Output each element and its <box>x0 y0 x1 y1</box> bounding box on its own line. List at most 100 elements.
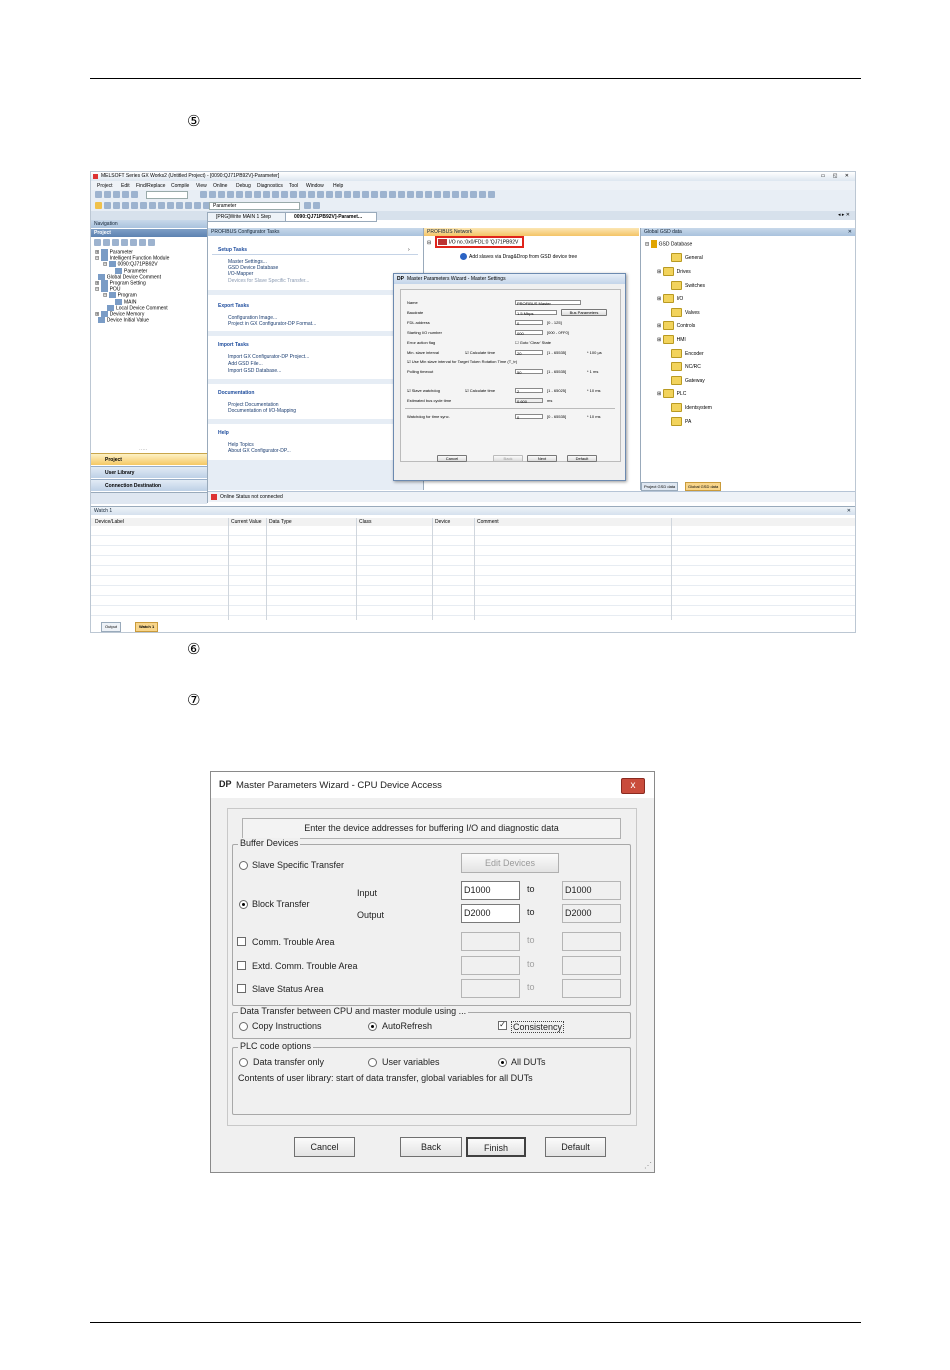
col-device-label[interactable]: Device/Label <box>95 519 124 525</box>
user-variables-label[interactable]: User variables <box>382 1057 440 1067</box>
consistency-label[interactable]: Consistency <box>511 1021 565 1033</box>
edit-devices-button[interactable]: Edit Devices <box>461 853 559 873</box>
data-transfer-only-radio[interactable] <box>239 1058 248 1067</box>
menu-edit[interactable]: Edit <box>121 183 130 189</box>
close-icon[interactable]: x <box>621 778 645 794</box>
toolbar-ladder-icons[interactable] <box>199 190 496 199</box>
toolbar-icons[interactable] <box>94 190 188 199</box>
wiz-polling-field[interactable]: 50 <box>515 369 543 375</box>
gsd-item-switches[interactable]: Switches <box>671 281 705 290</box>
all-duts-radio[interactable] <box>498 1058 507 1067</box>
parameter-combo[interactable]: Parameter <box>209 202 300 210</box>
wiz-watchdog-calc-check[interactable]: ☑ Calculate time <box>465 388 495 393</box>
gsd-root[interactable]: ⊟ GSD Database <box>645 240 692 248</box>
data-transfer-only-label[interactable]: Data transfer only <box>253 1057 324 1067</box>
menu-debug[interactable]: Debug <box>236 183 251 189</box>
gsd-item-hmi[interactable]: ⊞ HMI <box>657 335 686 344</box>
col-device[interactable]: Device <box>435 519 450 525</box>
window-controls[interactable]: ▭ ◱ ✕ <box>821 173 852 179</box>
wiz-watchdog-field[interactable]: 2 <box>515 388 543 394</box>
col-data-type[interactable]: Data Type <box>269 519 292 525</box>
gsd-item-ncrc[interactable]: NC/RC <box>671 362 701 371</box>
menu-window[interactable]: Window <box>306 183 324 189</box>
nav-toolbar[interactable] <box>93 238 156 247</box>
wiz-fdl-field[interactable]: 0 <box>515 320 543 326</box>
tab-watch-1[interactable]: Watch 1 <box>135 622 159 632</box>
setup-tasks-header[interactable]: Setup Tasks <box>218 247 247 253</box>
documentation-header[interactable]: Documentation <box>218 390 254 396</box>
menu-compile[interactable]: Compile <box>171 183 189 189</box>
menu-help[interactable]: Help <box>333 183 343 189</box>
autorefresh-label[interactable]: AutoRefresh <box>382 1021 432 1031</box>
toolbar2-right-icons[interactable] <box>303 201 321 210</box>
gsd-item-controls[interactable]: ⊞ Controls <box>657 321 695 330</box>
wiz-time-sync-field[interactable]: 0 <box>515 414 543 420</box>
slave-status-checkbox[interactable] <box>237 984 246 993</box>
gsd-item-io[interactable]: ⊞ I/O <box>657 294 683 303</box>
wiz-slave-watchdog-check[interactable]: ☑ Slave watchdog <box>407 388 440 393</box>
task-slave-devices[interactable]: Devices for Slave Specific Transfer... <box>228 278 309 284</box>
task-import-gsd-db[interactable]: Import GSD Database... <box>228 368 281 374</box>
wiz-name-field[interactable]: PROFIBUS Master <box>515 300 581 306</box>
wiz-default-button[interactable]: Default <box>567 455 597 462</box>
copy-instructions-radio[interactable] <box>239 1022 248 1031</box>
wiz-min-slave-calc-check[interactable]: ☑ Calculate time <box>465 350 495 355</box>
watch-close-icon[interactable]: ✕ <box>847 507 851 515</box>
master-node[interactable]: I/O no.:0x0/FDL:0 'QJ71PB92V <box>438 239 518 245</box>
user-variables-radio[interactable] <box>368 1058 377 1067</box>
comm-trouble-checkbox[interactable] <box>237 937 246 946</box>
tab-output[interactable]: Output <box>101 622 122 632</box>
gsd-item-pa[interactable]: PA <box>671 417 691 426</box>
gsd-item-valves[interactable]: Valves <box>671 308 700 317</box>
task-add-gsd[interactable]: Add GSD File... <box>228 361 263 367</box>
watch-grid[interactable] <box>91 526 855 620</box>
task-about[interactable]: About GX Configurator-DP... <box>228 448 291 454</box>
setup-collapse-icon[interactable]: › <box>408 247 410 253</box>
wiz-cancel-button[interactable]: Cancel <box>437 455 467 462</box>
menu-tool[interactable]: Tool <box>289 183 298 189</box>
task-io-mapper[interactable]: I/O-Mapper <box>228 271 253 277</box>
tab-scroll-arrows[interactable]: ◂ ▸ ✕ <box>838 212 850 218</box>
col-current-value[interactable]: Current Value <box>231 519 261 525</box>
output-from-field[interactable]: D2000 <box>461 904 520 923</box>
autorefresh-radio[interactable] <box>368 1022 377 1031</box>
gsd-item-drives[interactable]: ⊞ Drives <box>657 267 691 276</box>
menu-diagnostics[interactable]: Diagnostics <box>257 183 283 189</box>
nav-button-project[interactable]: Project <box>91 453 207 465</box>
gsd-tab-global[interactable]: Global GSD data <box>685 482 722 491</box>
cancel-button[interactable]: Cancel <box>294 1137 355 1157</box>
task-export-project[interactable]: Project in GX Configurator-DP Format... <box>228 321 316 327</box>
copy-instructions-label[interactable]: Copy Instructions <box>252 1021 322 1031</box>
resize-grip-icon[interactable]: ⋰ <box>644 1161 652 1170</box>
menu-view[interactable]: View <box>196 183 207 189</box>
wiz-starting-io-field[interactable]: 000 <box>515 330 543 336</box>
tree-item-qj71pb92v[interactable]: ⊟ 0090:QJ71PB92V <box>103 261 158 267</box>
wiz-bus-parameters-button[interactable]: Bus Parameters <box>561 309 607 316</box>
tab-prg-write[interactable]: [PRG]Write MAIN 1 Step <box>207 212 289 222</box>
export-tasks-header[interactable]: Export Tasks <box>218 303 249 309</box>
tab-parameter[interactable]: 0090:QJ71PB92V]-Paramet... <box>285 212 377 222</box>
menu-online[interactable]: Online <box>213 183 227 189</box>
menu-project[interactable]: Project <box>97 183 113 189</box>
extd-comm-trouble-checkbox[interactable] <box>237 961 246 970</box>
menu-find-replace[interactable]: Find/Replace <box>136 183 165 189</box>
gsd-close-icon[interactable]: ✕ <box>848 228 852 236</box>
help-header[interactable]: Help <box>218 430 229 436</box>
network-expand-icon[interactable]: ⊟ <box>427 240 431 246</box>
toolbar2-icons[interactable] <box>94 201 211 210</box>
import-tasks-header[interactable]: Import Tasks <box>218 342 249 348</box>
task-io-mapping-doc[interactable]: Documentation of I/O-Mapping <box>228 408 296 414</box>
block-transfer-label[interactable]: Block Transfer <box>252 899 310 909</box>
comm-trouble-label[interactable]: Comm. Trouble Area <box>252 937 335 947</box>
nav-button-connection[interactable]: Connection Destination <box>91 479 207 491</box>
col-class[interactable]: Class <box>359 519 372 525</box>
wiz-baudrate-select[interactable]: 1.5 Mbps <box>515 310 557 316</box>
extd-comm-trouble-label[interactable]: Extd. Comm. Trouble Area <box>252 961 358 971</box>
gsd-item-identsystem[interactable]: Identsystem <box>671 403 712 412</box>
col-comment[interactable]: Comment <box>477 519 499 525</box>
tree-item-device-initial[interactable]: Device Initial Value <box>95 317 149 323</box>
wiz-use-min-slave-check[interactable]: ☑ Use Min slave interval for Target Toke… <box>407 359 517 364</box>
slave-specific-radio[interactable] <box>239 861 248 870</box>
gsd-item-plc[interactable]: ⊞ PLC <box>657 389 686 398</box>
wiz-next-button[interactable]: Next <box>527 455 557 462</box>
